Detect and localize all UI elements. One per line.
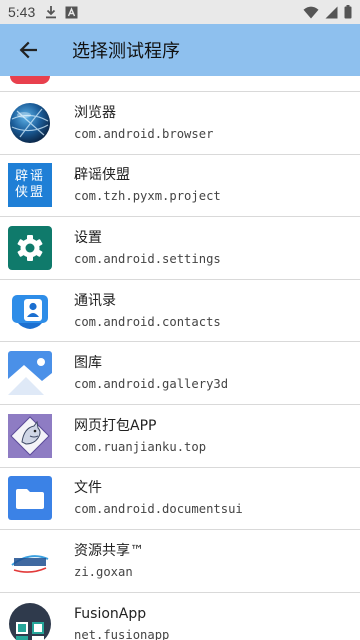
- list-item[interactable]: 设置 com.android.settings: [0, 217, 360, 280]
- list-item[interactable]: 通讯录 com.android.contacts: [0, 280, 360, 343]
- app-package: com.android.gallery3d: [74, 377, 229, 392]
- app-name: 网页打包APP: [74, 417, 157, 434]
- app-name: 设置: [74, 229, 102, 246]
- list-item[interactable]: 网页打包APP com.ruanjianku.top: [0, 405, 360, 468]
- status-time: 5:43: [8, 4, 36, 20]
- settings-gear-icon: [8, 225, 52, 270]
- download-icon: [46, 6, 57, 19]
- app-package: com.android.browser: [74, 126, 214, 141]
- back-button[interactable]: [0, 24, 56, 76]
- partial-app-icon: [10, 76, 50, 84]
- app-list: 浏览器 com.android.browser 辟谣 侠盟 辟谣侠盟 com.t…: [0, 76, 360, 640]
- fusionapp-icon: [8, 602, 52, 640]
- arrow-back-icon: [19, 41, 37, 59]
- keyboard-a-icon: [65, 6, 78, 18]
- app-name: 资源共享™: [74, 542, 144, 559]
- folder-icon: [8, 476, 52, 521]
- pyxm-logo-line2: 侠盟: [14, 185, 45, 201]
- resource-share-icon: [8, 538, 52, 583]
- list-item-partial[interactable]: [0, 76, 360, 92]
- app-name: 浏览器: [74, 104, 116, 121]
- pyxm-logo-line1: 辟谣: [14, 169, 45, 185]
- page-title: 选择测试程序: [72, 41, 180, 62]
- app-name: FusionApp: [74, 605, 147, 622]
- list-item[interactable]: 资源共享™ zi.goxan: [0, 530, 360, 593]
- app-name: 辟谣侠盟: [74, 167, 130, 184]
- status-bar: 5:43: [0, 0, 360, 24]
- wifi-icon: [303, 6, 319, 18]
- list-item[interactable]: 图库 com.android.gallery3d: [0, 342, 360, 405]
- list-item[interactable]: 文件 com.android.documentsui: [0, 468, 360, 531]
- app-package: zi.goxan: [74, 564, 133, 579]
- app-package: com.android.settings: [74, 251, 221, 266]
- contacts-icon: [8, 289, 52, 333]
- battery-icon: [344, 5, 352, 19]
- list-item[interactable]: 浏览器 com.android.browser: [0, 92, 360, 155]
- app-bar: 选择测试程序: [0, 24, 360, 76]
- app-name: 文件: [74, 480, 102, 497]
- app-package: com.ruanjianku.top: [74, 439, 207, 454]
- app-package: com.tzh.pyxm.project: [74, 189, 221, 204]
- app-package: net.fusionapp: [74, 627, 170, 640]
- app-package: com.android.contacts: [74, 314, 221, 329]
- list-item[interactable]: 辟谣 侠盟 辟谣侠盟 com.tzh.pyxm.project: [0, 155, 360, 218]
- pyxm-logo-icon: 辟谣 侠盟: [8, 163, 52, 208]
- browser-globe-icon: [8, 101, 52, 145]
- app-name: 通讯录: [74, 292, 116, 309]
- list-item[interactable]: FusionApp net.fusionapp: [0, 593, 360, 640]
- signal-icon: [325, 6, 338, 18]
- gallery-icon: [8, 351, 52, 396]
- webpack-app-icon: [8, 413, 52, 458]
- app-name: 图库: [74, 355, 102, 372]
- app-package: com.android.documentsui: [74, 502, 243, 517]
